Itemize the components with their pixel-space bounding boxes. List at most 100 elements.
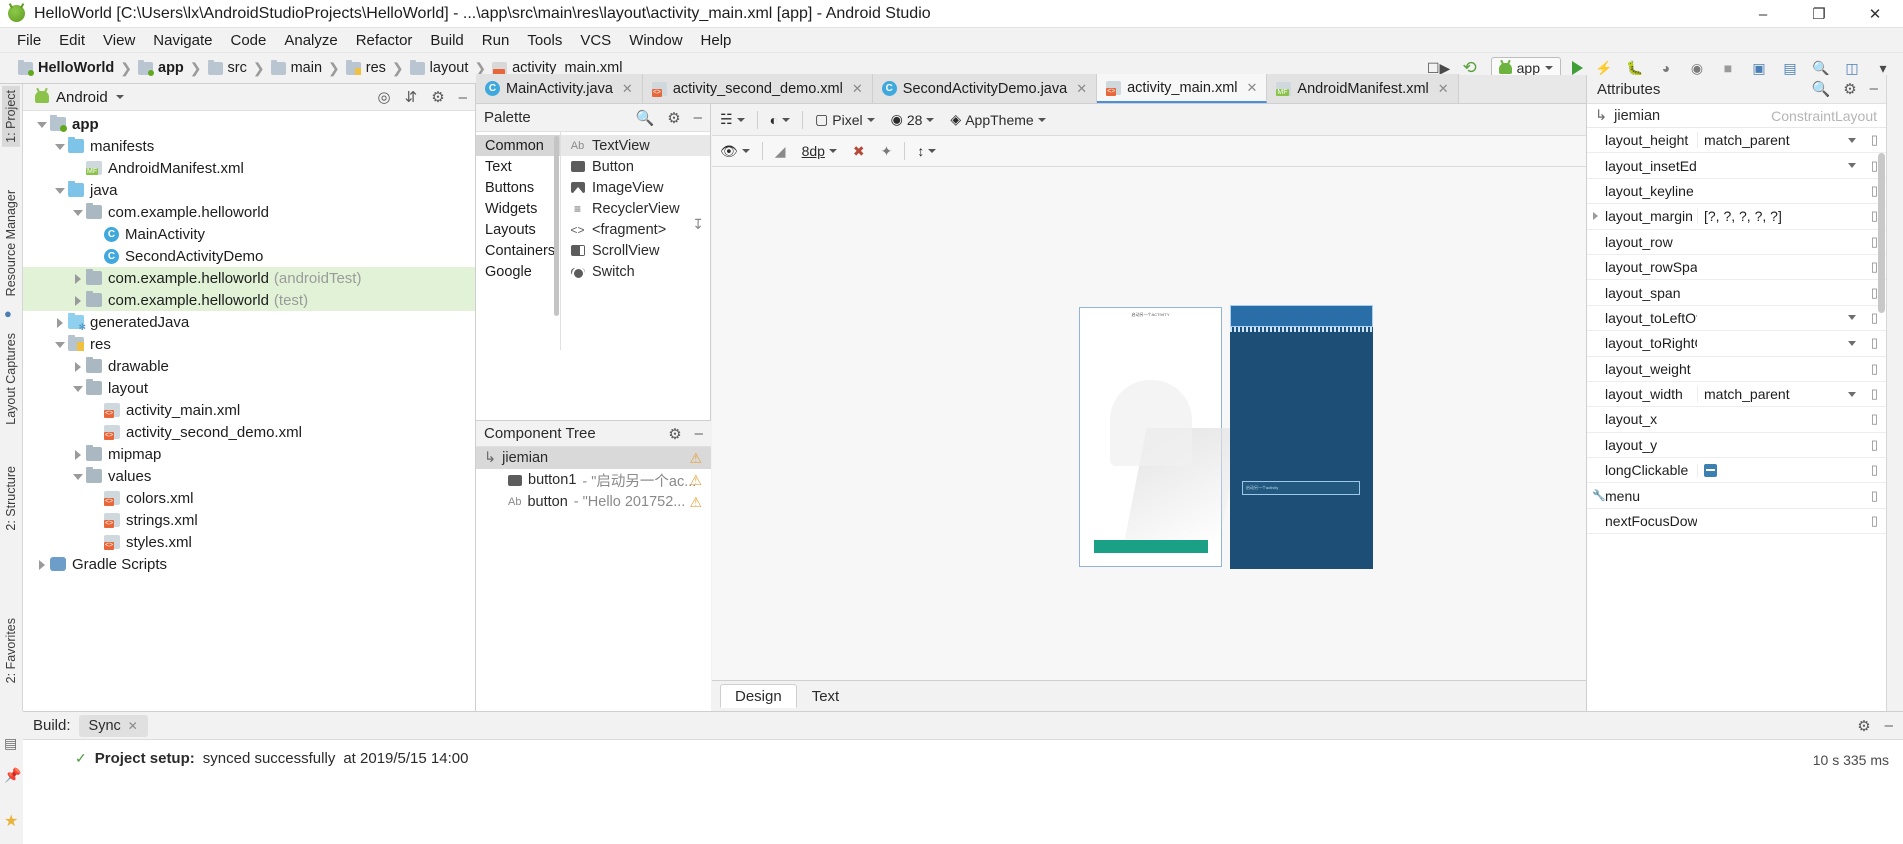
component-tree-row[interactable]: ↳jiemian⚠: [476, 447, 711, 469]
project-tree-row[interactable]: activity_second_demo.xml: [23, 421, 475, 443]
attribute-row[interactable]: layout_rowSpan▯: [1587, 255, 1886, 280]
device-selector[interactable]: ▢ Pixel: [807, 107, 883, 133]
palette-item-fragment[interactable]: <><fragment>: [561, 219, 710, 240]
chevron-right-icon[interactable]: [71, 448, 84, 461]
view-options-icon[interactable]: 👁: [712, 138, 758, 164]
palette-category-layouts[interactable]: Layouts: [476, 219, 560, 240]
attribute-resource-picker-icon[interactable]: ▯: [1871, 208, 1878, 224]
menu-analyze[interactable]: Analyze: [275, 28, 346, 53]
attribute-row[interactable]: layout_span▯: [1587, 280, 1886, 305]
chevron-down-icon[interactable]: [1848, 315, 1856, 320]
project-tree-row[interactable]: CSecondActivityDemo: [23, 245, 475, 267]
chevron-down-icon[interactable]: [1848, 163, 1856, 168]
palette-category-buttons[interactable]: Buttons: [476, 177, 560, 198]
palette-item-switch[interactable]: Switch: [561, 261, 710, 282]
project-tree-row[interactable]: layout: [23, 377, 475, 399]
project-tree-row[interactable]: styles.xml: [23, 531, 475, 553]
project-tree-row[interactable]: com.example.helloworld(androidTest): [23, 267, 475, 289]
clear-constraints-icon[interactable]: ✖: [845, 138, 873, 164]
maximize-button[interactable]: ❐: [1791, 0, 1847, 28]
target-icon[interactable]: ◎: [378, 88, 391, 106]
project-tree-row[interactable]: values: [23, 465, 475, 487]
collapse-all-icon[interactable]: ⇵: [405, 88, 418, 106]
attribute-row[interactable]: layout_row▯: [1587, 230, 1886, 255]
project-tree-row[interactable]: strings.xml: [23, 509, 475, 531]
breadcrumb-item-0[interactable]: HelloWorld: [38, 60, 114, 76]
checkbox[interactable]: [1704, 464, 1717, 477]
minimize-button[interactable]: –: [1735, 0, 1791, 28]
attribute-row[interactable]: layout_insetEdge▯: [1587, 153, 1886, 178]
hide-icon[interactable]: –: [459, 89, 467, 106]
editor-tab[interactable]: activity_main.xml✕: [1097, 74, 1267, 103]
attribute-resource-picker-icon[interactable]: ▯: [1871, 234, 1878, 250]
layers-icon[interactable]: ☵: [712, 107, 753, 133]
palette-item-textview[interactable]: AbTextView: [561, 135, 710, 156]
breadcrumb-item-2[interactable]: src: [228, 60, 247, 76]
device-preview-design[interactable]: 启动另一个ACTIVITY: [1079, 307, 1222, 567]
attribute-row[interactable]: nextFocusDown▯: [1587, 509, 1886, 534]
menu-window[interactable]: Window: [620, 28, 691, 53]
chevron-down-icon[interactable]: [53, 338, 66, 351]
api-level-selector[interactable]: ◉ 28: [883, 107, 943, 133]
attribute-resource-picker-icon[interactable]: ▯: [1871, 132, 1878, 148]
theme-selector[interactable]: ◈ AppTheme: [942, 107, 1053, 133]
menu-tools[interactable]: Tools: [518, 28, 571, 53]
warning-triangle-icon[interactable]: ⚠: [689, 472, 702, 489]
close-icon[interactable]: ✕: [128, 719, 138, 733]
search-icon[interactable]: 🔍: [636, 109, 655, 127]
sidebar-item-favorites[interactable]: 2: Favorites: [2, 614, 20, 687]
chevron-right-icon[interactable]: [35, 558, 48, 571]
chevron-right-icon[interactable]: [53, 316, 66, 329]
chevron-right-icon[interactable]: [71, 272, 84, 285]
attribute-resource-picker-icon[interactable]: ▯: [1871, 335, 1878, 351]
chevron-down-icon[interactable]: [116, 95, 124, 99]
attribute-row[interactable]: layout_y▯: [1587, 433, 1886, 458]
palette-item-imageview[interactable]: ImageView: [561, 177, 710, 198]
tab-design[interactable]: Design: [720, 684, 797, 708]
project-tree-row[interactable]: AndroidManifest.xml: [23, 157, 475, 179]
breadcrumb-item-5[interactable]: layout: [430, 60, 469, 76]
attributes-scrollbar[interactable]: [1878, 153, 1885, 313]
palette-item-button[interactable]: Button: [561, 156, 710, 177]
attribute-resource-picker-icon[interactable]: ▯: [1871, 259, 1878, 275]
attribute-value-field[interactable]: [1697, 464, 1886, 477]
attribute-resource-picker-icon[interactable]: ▯: [1871, 183, 1878, 199]
device-preview-blueprint[interactable]: 启动另一个activity: [1230, 305, 1373, 569]
close-icon[interactable]: ✕: [1247, 80, 1258, 96]
attribute-row[interactable]: layout_toLeftOf▯: [1587, 306, 1886, 331]
build-tab-sync[interactable]: Sync ✕: [79, 715, 148, 737]
palette-item-recyclerview[interactable]: ≡RecyclerView: [561, 198, 710, 219]
project-tree-row[interactable]: app: [23, 113, 475, 135]
sidebar-item-structure[interactable]: 2: Structure: [2, 462, 20, 535]
chevron-down-icon[interactable]: [35, 118, 48, 131]
chevron-down-icon[interactable]: [1848, 341, 1856, 346]
breadcrumb-item-4[interactable]: res: [366, 60, 386, 76]
settings-icon[interactable]: ⚙: [431, 88, 444, 106]
project-tree-row[interactable]: generatedJava: [23, 311, 475, 333]
menu-run[interactable]: Run: [473, 28, 519, 53]
palette-item-scrollview[interactable]: ScrollView: [561, 240, 710, 261]
build-message-row[interactable]: ✓ Project setup: synced successfully at …: [23, 750, 1903, 767]
attribute-resource-picker-icon[interactable]: ▯: [1871, 361, 1878, 377]
attribute-row[interactable]: layout_x▯: [1587, 407, 1886, 432]
guidelines-icon[interactable]: ↕: [909, 138, 944, 164]
palette-category-text[interactable]: Text: [476, 156, 560, 177]
project-tree-row[interactable]: java: [23, 179, 475, 201]
close-icon[interactable]: ✕: [1438, 81, 1449, 97]
project-tree-row[interactable]: com.example.helloworld: [23, 201, 475, 223]
warning-triangle-icon[interactable]: ⚠: [689, 494, 702, 511]
attribute-value-field[interactable]: match_parent: [1697, 132, 1886, 148]
menu-build[interactable]: Build: [421, 28, 472, 53]
settings-icon[interactable]: ⚙: [1843, 80, 1856, 98]
chevron-down-icon[interactable]: [1848, 392, 1856, 397]
favorites-star-icon[interactable]: ★: [4, 811, 20, 827]
blueprint-selected-widget[interactable]: [1230, 305, 1373, 327]
terminal-icon[interactable]: ▤: [4, 735, 20, 751]
menu-code[interactable]: Code: [221, 28, 275, 53]
menu-navigate[interactable]: Navigate: [144, 28, 221, 53]
sidebar-item-layout-captures[interactable]: Layout Captures: [2, 329, 20, 429]
attribute-row[interactable]: layout_margin[?, ?, ?, ?, ?]▯: [1587, 204, 1886, 229]
attribute-row[interactable]: 🔧menu▯: [1587, 483, 1886, 508]
project-view-selector-label[interactable]: Android: [56, 89, 108, 106]
settings-icon[interactable]: ⚙: [668, 425, 681, 443]
